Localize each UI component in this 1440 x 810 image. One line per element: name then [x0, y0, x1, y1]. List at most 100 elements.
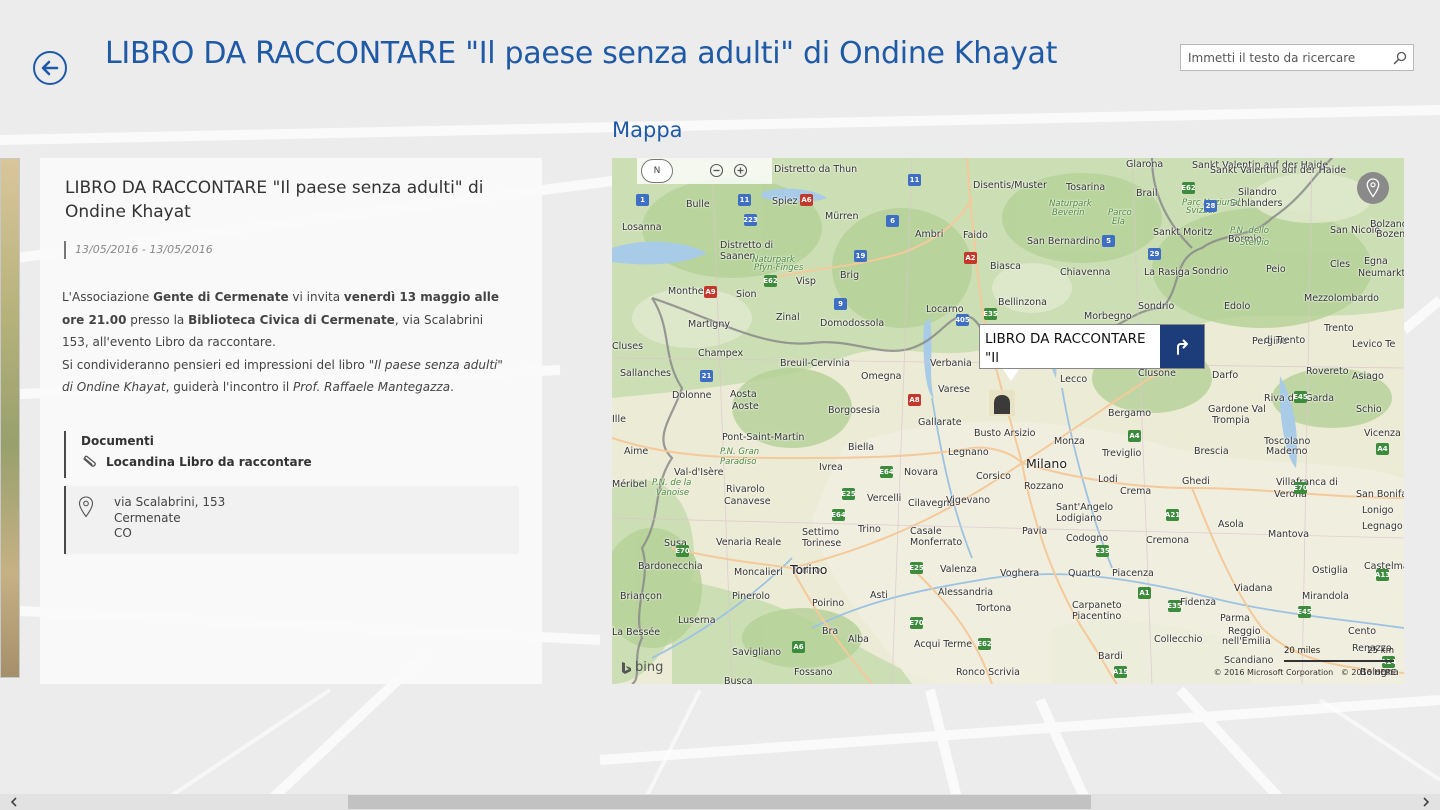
map-place-label: Omegna	[861, 371, 902, 382]
address-section[interactable]: via Scalabrini, 153 Cermenate CO	[64, 486, 519, 554]
map-place-label: Trino	[858, 524, 881, 535]
page-title: LIBRO DA RACCONTARE "Il paese senza adul…	[105, 36, 1058, 71]
map-place-label: Chiavenna	[1060, 267, 1111, 278]
map-place-label: Corsico	[976, 471, 1011, 482]
road-shield: E62	[1181, 182, 1196, 194]
map-place-label: Quarto	[1068, 568, 1101, 579]
map-place-label: Alba	[848, 634, 869, 645]
map-place-label: Brescia	[1194, 446, 1229, 457]
map-place-label: Mantova	[1268, 529, 1310, 540]
map-place-label: Méribel	[612, 479, 648, 490]
map-place-label: Bellinzona	[998, 297, 1047, 308]
map-place-label: Verbania	[930, 358, 972, 369]
map-place-label: Crema	[1120, 486, 1152, 497]
back-button[interactable]	[33, 51, 67, 85]
map-infobox[interactable]: LIBRO DA RACCONTARE "Il	[979, 324, 1205, 369]
map-place-label: Asola	[1218, 519, 1244, 530]
map-place-label: Sant'Angelo	[1056, 502, 1114, 513]
map-place-label: Bardi	[1098, 651, 1123, 662]
map-place-label: Varese	[938, 384, 970, 395]
map-place-label: Ghedi	[1182, 476, 1210, 487]
map-place-label: La Bessée	[612, 627, 661, 638]
map-place-label: Parma	[1220, 613, 1250, 624]
road-shield: E25	[909, 562, 924, 574]
scrollbar-thumb[interactable]	[348, 795, 1091, 809]
search-input[interactable]	[1181, 45, 1387, 70]
zoom-in-icon[interactable]	[733, 163, 748, 178]
road-shield: 223	[743, 214, 758, 226]
map-place-label: Mezzolombardo	[1304, 293, 1379, 304]
directions-button[interactable]	[1160, 325, 1204, 368]
map-place-label: Saanen	[720, 251, 756, 262]
map-place-label: Distretto di	[720, 240, 774, 251]
map-place-label: San Bonifac	[1356, 489, 1404, 500]
map-city-label: Milano	[1026, 456, 1067, 471]
map-place-label: Bra	[822, 626, 839, 637]
scroll-left-button[interactable]	[4, 794, 24, 810]
map-place-label: Peio	[1266, 264, 1286, 275]
map-navigation-bar: N	[637, 158, 772, 184]
map-place-label: Clusone	[1138, 368, 1176, 379]
map-place-label: Tosarina	[1066, 182, 1106, 193]
locate-me-button[interactable]	[1357, 172, 1389, 204]
map-place-label: Poirino	[812, 598, 845, 609]
road-shield: 405	[955, 314, 970, 326]
map-place-label: Edolo	[1224, 301, 1251, 312]
search-icon	[1393, 51, 1407, 64]
map-place-label: Canavese	[724, 496, 771, 507]
address-province: CO	[114, 526, 132, 540]
document-link[interactable]: Locandina Libro da raccontare	[81, 455, 312, 469]
description-paragraph: Si condivideranno pensieri ed impression…	[62, 357, 503, 395]
map-park-label: Paradiso	[720, 457, 757, 467]
event-location-pushpin-icon[interactable]	[986, 388, 1018, 420]
road-shield: A6	[800, 194, 813, 206]
map-place-label: Gardone Val	[1208, 404, 1266, 415]
map-place-label: Trompia	[1212, 415, 1250, 426]
map-place-label: Collecchio	[1154, 634, 1203, 645]
previous-item-thumbnail[interactable]	[0, 158, 20, 678]
map-place-label: di Trento	[1264, 335, 1306, 346]
map-place-label: Bergamo	[1108, 408, 1152, 419]
map-place-label: Dolonne	[672, 390, 712, 401]
map-place-label: Brig	[840, 270, 860, 281]
map-place-label: Bozen	[1376, 229, 1404, 240]
event-detail-card: LIBRO DA RACCONTARE "Il paese senza adul…	[40, 158, 542, 684]
map-place-label: Glarona	[1126, 159, 1164, 170]
zoom-out-icon[interactable]	[709, 163, 724, 178]
road-shield: 9	[834, 298, 847, 310]
road-shield: A4	[1376, 443, 1389, 455]
map-place-label: Aosta	[730, 389, 757, 400]
map-place-label: Bulle	[686, 199, 710, 210]
map-place-label: Martigny	[688, 319, 730, 330]
road-shield: 5	[1102, 235, 1115, 247]
map-place-label: Luserna	[678, 615, 716, 626]
map-place-label: Pont-Saint-Martin	[722, 432, 805, 443]
map-place-label: Settimo	[802, 527, 840, 538]
map-park-label: Stelvio	[1240, 238, 1269, 248]
map-place-label: Bardonecchia	[638, 561, 703, 572]
map-place-label: Rivarolo	[726, 484, 765, 495]
horizontal-scrollbar[interactable]	[0, 794, 1440, 810]
map-place-label: Scandiano	[1224, 655, 1274, 666]
map-place-label: Distretto da Thun	[774, 164, 858, 175]
paperclip-icon	[83, 455, 96, 467]
map-place-label: Carpaneto	[1072, 600, 1122, 611]
map-place-label: Gallarate	[918, 417, 962, 428]
map-copyright: © 2016 Microsoft Corporation © 2016 HERE	[1214, 668, 1396, 677]
road-shield: A15	[1112, 666, 1129, 678]
bing-logo: bing	[620, 660, 663, 675]
map-view[interactable]: Distretto da Thun Glarona Sankt Valentin a…	[612, 158, 1404, 684]
search-box[interactable]	[1180, 44, 1414, 71]
map-place-label: Lodi	[1098, 474, 1118, 485]
arrow-left-icon	[41, 60, 59, 76]
scroll-right-button[interactable]	[1416, 794, 1436, 810]
map-place-label: Alessandria	[938, 587, 994, 598]
search-button[interactable]	[1387, 45, 1413, 70]
map-place-label: Cluses	[612, 341, 644, 352]
road-shield: A6	[792, 641, 805, 653]
map-place-label: Silandro	[1238, 187, 1277, 198]
directions-arrow-icon	[1177, 339, 1188, 355]
road-shield: E64	[879, 466, 894, 478]
compass-button[interactable]: N	[641, 159, 673, 183]
map-place-label: Sankt Moritz	[1153, 227, 1213, 238]
